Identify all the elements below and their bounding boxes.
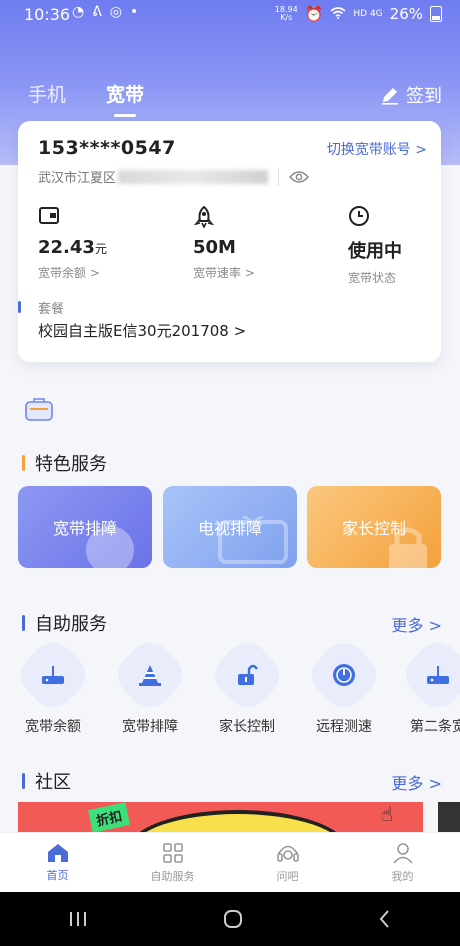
banner-sticker: 折扣 bbox=[88, 802, 130, 832]
pen-icon bbox=[382, 88, 398, 105]
user-icon bbox=[392, 842, 413, 864]
notification-icons: ◔ ᕕ ◎ • bbox=[72, 4, 138, 20]
dot-icon: • bbox=[130, 4, 139, 20]
banner-hand: ☝ bbox=[380, 802, 393, 826]
system-nav-bar bbox=[0, 892, 460, 946]
tile-label: 宽带排障 bbox=[52, 519, 117, 538]
nav-ask[interactable]: 问吧 bbox=[230, 833, 345, 892]
tile-parental-control[interactable]: 家长控制 bbox=[307, 486, 441, 568]
back-icon[interactable] bbox=[377, 909, 393, 929]
eye-icon[interactable] bbox=[289, 170, 310, 184]
nav-home[interactable]: 首页 bbox=[0, 833, 115, 892]
section-marker bbox=[22, 615, 25, 631]
section-marker bbox=[22, 773, 25, 789]
bottom-nav: 首页 自助服务 问吧 我的 bbox=[0, 832, 460, 892]
balance-label: 宽带余额 > bbox=[38, 266, 100, 280]
app2-icon: ◎ bbox=[109, 4, 123, 20]
status-bar: 10:36 ◔ ᕕ ◎ • 18.94 K/s ⏰ HD 4G 26% bbox=[0, 0, 460, 30]
speed-label: 宽带速率 > bbox=[193, 266, 255, 280]
balance-value: 22.43元 bbox=[38, 237, 107, 258]
app-icon: ᕕ bbox=[92, 4, 102, 20]
package-title: 套餐 bbox=[38, 302, 65, 317]
speed-value: 50M bbox=[193, 237, 236, 258]
home-icon bbox=[47, 843, 68, 862]
cone-icon bbox=[139, 665, 161, 686]
status-value: 使用中 bbox=[348, 241, 402, 262]
qq-icon: ◔ bbox=[72, 4, 85, 20]
nav-self-service[interactable]: 自助服务 bbox=[115, 833, 230, 892]
account-card: 153****0547 切换宽带账号 > 武汉市江夏区 22.43元 宽带余额 … bbox=[18, 121, 441, 362]
self-service-title: 自助服务 bbox=[35, 614, 107, 635]
self-service-more-link[interactable]: 更多 > bbox=[392, 612, 443, 636]
wifi-icon bbox=[330, 5, 346, 23]
address-blurred bbox=[118, 169, 269, 184]
stat-status: 使用中 宽带状态 bbox=[348, 205, 460, 286]
tile-label: 家长控制 bbox=[341, 519, 406, 538]
net-speed: 18.94 K/s bbox=[274, 5, 298, 22]
svc-remote-speedtest[interactable]: 远程测速 bbox=[296, 633, 392, 736]
gauge-icon bbox=[333, 664, 355, 686]
status-time: 10:36 bbox=[24, 5, 71, 24]
featured-title: 特色服务 bbox=[35, 454, 107, 475]
svc-broadband-repair[interactable]: 宽带排障 bbox=[102, 633, 198, 736]
community-banner[interactable]: 折扣 ☝ bbox=[18, 802, 423, 832]
briefcase-icon[interactable] bbox=[24, 396, 54, 426]
account-address: 武汉市江夏区 bbox=[38, 167, 310, 186]
tab-phone[interactable]: 手机 bbox=[28, 80, 66, 107]
router-icon bbox=[427, 666, 449, 684]
battery-percent: 26% bbox=[389, 5, 423, 23]
tab-broadband[interactable]: 宽带 bbox=[106, 80, 144, 117]
community-banner-next[interactable] bbox=[438, 802, 460, 832]
unlock-icon bbox=[238, 664, 258, 685]
package-marker bbox=[18, 301, 21, 313]
alarm-icon: ⏰ bbox=[304, 5, 324, 23]
self-service-header: 自助服务 bbox=[22, 610, 107, 636]
package-name[interactable]: 校园自主版E信30元201708 > bbox=[38, 320, 246, 341]
featured-header: 特色服务 bbox=[22, 450, 107, 476]
router-icon bbox=[42, 666, 64, 684]
top-tabs: 手机 宽带 bbox=[28, 80, 144, 117]
stat-balance[interactable]: 22.43元 宽带余额 > bbox=[38, 205, 158, 281]
status-right: 18.94 K/s ⏰ HD 4G 26% bbox=[275, 5, 442, 23]
stat-speed[interactable]: 50M 宽带速率 > bbox=[193, 205, 313, 281]
rocket-icon bbox=[193, 205, 215, 229]
divider bbox=[278, 167, 280, 186]
svc-second-broadband[interactable]: 优 第二条宽 bbox=[390, 633, 460, 736]
wallet-icon bbox=[39, 207, 59, 224]
tile-broadband-repair[interactable]: 宽带排障 bbox=[18, 486, 152, 568]
svc-broadband-balance[interactable]: 宽带余额 bbox=[5, 633, 101, 736]
signin-label: 签到 bbox=[406, 86, 442, 107]
account-number: 153****0547 bbox=[38, 137, 176, 159]
tile-tv-repair[interactable]: 电视排障 bbox=[163, 486, 297, 568]
nav-mine[interactable]: 我的 bbox=[345, 833, 460, 892]
recents-icon[interactable] bbox=[67, 910, 89, 928]
switch-account-link[interactable]: 切换宽带账号 > bbox=[327, 139, 427, 159]
banner-circle bbox=[128, 810, 348, 832]
community-title: 社区 bbox=[35, 772, 71, 793]
status-label: 宽带状态 bbox=[348, 271, 397, 285]
network-type: HD 4G bbox=[353, 9, 383, 19]
address-text: 武汉市江夏区 bbox=[38, 171, 117, 186]
section-marker bbox=[22, 455, 25, 471]
community-more-link[interactable]: 更多 > bbox=[392, 770, 443, 794]
clock-icon bbox=[349, 206, 369, 226]
community-header: 社区 bbox=[22, 768, 71, 794]
signin-button[interactable]: 签到 bbox=[380, 82, 442, 108]
battery-icon bbox=[430, 6, 442, 22]
svc-parental-control[interactable]: 家长控制 bbox=[199, 633, 295, 736]
grid-icon bbox=[162, 842, 183, 863]
headset-icon bbox=[276, 845, 299, 862]
tile-label: 电视排障 bbox=[197, 519, 262, 538]
home-button-icon[interactable] bbox=[222, 908, 244, 930]
